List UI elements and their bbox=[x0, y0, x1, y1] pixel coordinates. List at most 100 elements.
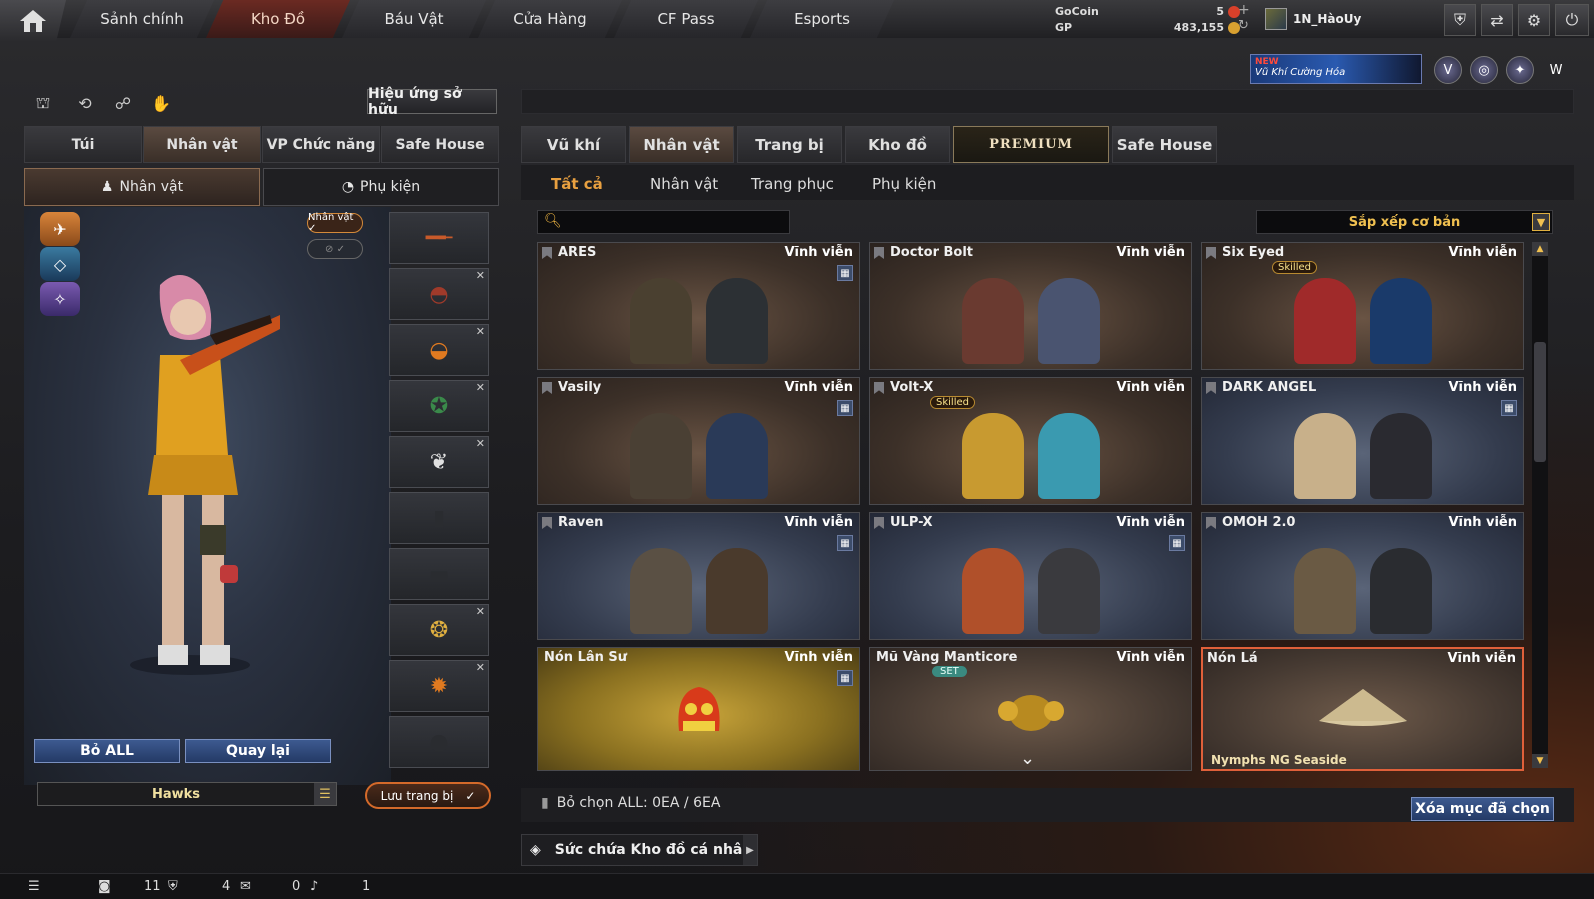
trash-icon[interactable]: ▦ bbox=[837, 265, 853, 281]
right-tab-safe-house[interactable]: Safe House bbox=[1112, 126, 1217, 163]
remove-icon[interactable]: ✕ bbox=[476, 325, 485, 338]
trash-icon[interactable]: ▦ bbox=[837, 670, 853, 686]
bookmark-icon[interactable] bbox=[1206, 247, 1216, 259]
left-tab-safe-house[interactable]: Safe House bbox=[381, 126, 499, 163]
trash-icon[interactable]: ▦ bbox=[1169, 535, 1185, 551]
equip-slot-mask[interactable]: ◒ ✕ bbox=[389, 324, 489, 376]
remove-all-button[interactable]: Bỏ ALL bbox=[34, 739, 180, 763]
item-card-vasily[interactable]: Vasily Vĩnh viễn ▦ bbox=[537, 377, 860, 505]
hawk-emblem-icon[interactable]: ✈ bbox=[40, 212, 80, 246]
home-button[interactable] bbox=[0, 0, 66, 42]
power-icon[interactable]: ⏻ bbox=[1555, 4, 1589, 36]
binoculars-icon[interactable]: ◙ bbox=[98, 879, 111, 894]
item-card-doctor-bolt[interactable]: Doctor Bolt Vĩnh viễn bbox=[869, 242, 1192, 370]
eagle-emblem-icon[interactable]: ◇ bbox=[40, 247, 80, 281]
clan-shield-icon[interactable]: ⛨ bbox=[168, 879, 178, 894]
back-button[interactable]: Quay lại bbox=[185, 739, 331, 763]
promo-banner[interactable]: NEW Vũ Khí Cường Hóa bbox=[1250, 54, 1422, 84]
search-input[interactable]: 🔍︎ bbox=[537, 210, 790, 234]
item-card-raven[interactable]: Raven Vĩnh viễn ▦ bbox=[537, 512, 860, 640]
swap-icon[interactable]: ⇄ bbox=[1481, 4, 1513, 36]
add-currency-icon[interactable]: + bbox=[1238, 2, 1250, 18]
gear-icon[interactable]: ⚙ bbox=[1518, 4, 1550, 36]
left-tab-tui[interactable]: Túi bbox=[24, 126, 142, 163]
item-card-omoh-2[interactable]: OMOH 2.0 Vĩnh viễn bbox=[1201, 512, 1524, 640]
nav-tab-bau-vat[interactable]: Báu Vật bbox=[342, 0, 486, 38]
chevron-down-icon[interactable]: ⌄ bbox=[1020, 748, 1035, 769]
equip-slot-spray[interactable]: ❂ ✕ bbox=[389, 604, 489, 656]
item-card-mu-vang-manticore[interactable]: Mũ Vàng Manticore Vĩnh viễn SET ⌄ bbox=[869, 647, 1192, 771]
right-tab-premium[interactable]: PREMIUM bbox=[953, 126, 1109, 163]
equip-slot-empty[interactable]: ● bbox=[389, 716, 489, 768]
bookmark-icon[interactable] bbox=[542, 382, 552, 394]
right-tab-kho-do[interactable]: Kho đồ bbox=[845, 126, 950, 163]
speaker-icon[interactable]: ♪ bbox=[310, 879, 318, 894]
left-subtab-nhan-vat[interactable]: ♟ Nhân vật bbox=[24, 168, 260, 206]
equip-slot-mark[interactable]: ✹ ✕ bbox=[389, 660, 489, 712]
gift-icon[interactable]: ⛫ bbox=[30, 90, 56, 116]
remove-icon[interactable]: ✕ bbox=[476, 381, 485, 394]
bookmark-icon[interactable] bbox=[874, 247, 884, 259]
equip-slot-pants[interactable]: ▬ bbox=[389, 548, 489, 600]
delete-selected-button[interactable]: Xóa mục đã chọn bbox=[1411, 797, 1554, 821]
subtab-trang-phuc[interactable]: Trang phục bbox=[751, 171, 834, 197]
left-subtab-phu-kien[interactable]: ◔ Phụ kiện bbox=[263, 168, 499, 206]
glove-icon[interactable]: ✋ bbox=[148, 90, 174, 116]
left-tab-vp-chuc-nang[interactable]: VP Chức năng bbox=[262, 126, 380, 163]
item-card-non-lan-su[interactable]: Nón Lân Sư Vĩnh viễn ▦ bbox=[537, 647, 860, 771]
subtab-phu-kien[interactable]: Phụ kiện bbox=[872, 171, 936, 197]
list-icon[interactable]: ☰ bbox=[28, 879, 40, 894]
item-card-ulp-x[interactable]: ULP-X Vĩnh viễn ▦ bbox=[869, 512, 1192, 640]
remove-icon[interactable]: ✕ bbox=[476, 661, 485, 674]
equip-slot-vest[interactable]: ▮ bbox=[389, 492, 489, 544]
scroll-thumb[interactable] bbox=[1534, 342, 1546, 462]
remove-icon[interactable]: ✕ bbox=[476, 437, 485, 450]
storage-capacity[interactable]: ◈ Sức chứa Kho đồ cá nhân ▶ bbox=[521, 834, 758, 866]
trash-icon[interactable]: ▦ bbox=[1501, 400, 1517, 416]
history-icon[interactable]: ⟲ bbox=[72, 90, 98, 116]
character-badge[interactable]: Nhân vật ✓ bbox=[307, 212, 363, 234]
remove-icon[interactable]: ✕ bbox=[476, 269, 485, 282]
nav-tab-cua-hang[interactable]: Cửa Hàng bbox=[478, 0, 622, 38]
user-info[interactable]: 1N_HàoUy bbox=[1265, 7, 1361, 31]
left-tab-nhan-vat[interactable]: Nhân vật bbox=[143, 126, 261, 163]
deselect-all[interactable]: ▮ Bỏ chọn ALL: 0EA / 6EA bbox=[541, 795, 720, 811]
nav-tab-cf-pass[interactable]: CF Pass bbox=[614, 0, 758, 38]
item-card-non-la[interactable]: Nón Lá Vĩnh viễn Nymphs NG Seaside bbox=[1201, 647, 1524, 771]
right-tab-vu-khi[interactable]: Vũ khí bbox=[521, 126, 626, 163]
item-card-volt-x[interactable]: Volt-X Vĩnh viễn Skilled bbox=[869, 377, 1192, 505]
badge-icon[interactable]: ✦ bbox=[1506, 56, 1534, 84]
equip-slot-badge[interactable]: ✪ ✕ bbox=[389, 380, 489, 432]
item-card-ares[interactable]: ARES Vĩnh viễn ▦ bbox=[537, 242, 860, 370]
item-card-six-eyed[interactable]: Six Eyed Vĩnh viễn Skilled bbox=[1201, 242, 1524, 370]
bookmark-icon[interactable] bbox=[874, 517, 884, 529]
sort-dropdown[interactable]: Sắp xếp cơ bản ▼ bbox=[1256, 210, 1553, 234]
shield-icon[interactable]: ⛨ bbox=[1444, 4, 1476, 36]
event-icon-v[interactable]: V bbox=[1434, 56, 1462, 84]
remove-icon[interactable]: ✕ bbox=[476, 605, 485, 618]
item-card-dark-angel[interactable]: DARK ANGEL Vĩnh viễn ▦ bbox=[1201, 377, 1524, 505]
scrollbar[interactable]: ▲ ▼ bbox=[1532, 242, 1548, 768]
refresh-icon[interactable]: ↻ bbox=[1238, 18, 1249, 33]
menu-icon[interactable]: ☰ bbox=[314, 783, 336, 805]
subtab-nhan-vat[interactable]: Nhân vật bbox=[650, 171, 718, 197]
save-equipment-button[interactable]: Lưu trang bị ✓ bbox=[365, 782, 491, 809]
character-swap-icon[interactable]: ☍ bbox=[110, 90, 136, 116]
equip-slot-wings[interactable]: ❦ ✕ bbox=[389, 436, 489, 488]
bird-emblem-icon[interactable]: ✧ bbox=[40, 282, 80, 316]
hidden-toggle[interactable]: ⊘ ✓ bbox=[307, 239, 363, 259]
owned-effects-button[interactable]: Hiệu ứng sở hữu bbox=[367, 86, 497, 118]
chevron-right-icon[interactable]: ▶ bbox=[743, 835, 757, 865]
right-tab-nhan-vat[interactable]: Nhân vật bbox=[629, 126, 734, 163]
nav-tab-esports[interactable]: Esports bbox=[750, 0, 894, 38]
clan-field[interactable]: Hawks ☰ bbox=[37, 782, 337, 806]
chat-icon[interactable]: ✉ bbox=[240, 879, 251, 894]
nav-tab-kho-do[interactable]: Kho Đồ bbox=[206, 0, 350, 38]
scroll-down-icon[interactable]: ▼ bbox=[1532, 754, 1548, 768]
equip-slot-helmet[interactable]: ◓ ✕ bbox=[389, 268, 489, 320]
bookmark-icon[interactable] bbox=[542, 517, 552, 529]
trash-icon[interactable]: ▦ bbox=[837, 400, 853, 416]
right-tab-trang-bi[interactable]: Trang bị bbox=[737, 126, 842, 163]
nav-tab-sanh-chinh[interactable]: Sảnh chính bbox=[70, 0, 214, 38]
scroll-up-icon[interactable]: ▲ bbox=[1532, 242, 1548, 256]
